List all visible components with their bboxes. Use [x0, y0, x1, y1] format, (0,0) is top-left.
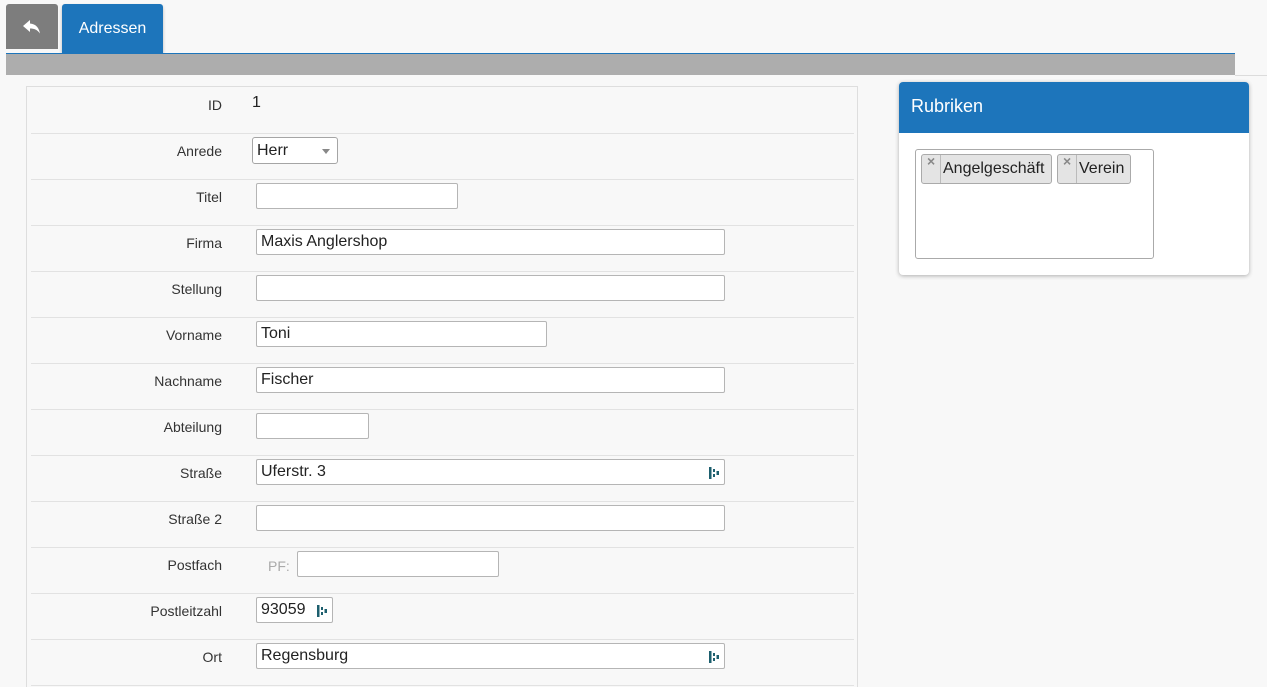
row-nachname: Nachname: [31, 363, 854, 410]
plz-label: Postleitzahl: [150, 603, 222, 619]
row-id: ID 1: [31, 87, 854, 134]
stellung-label: Stellung: [171, 281, 222, 297]
tab-adressen[interactable]: Adressen: [62, 4, 163, 53]
strasse-input[interactable]: [256, 459, 725, 485]
chevron-down-icon: [322, 149, 330, 154]
titel-label: Titel: [196, 189, 222, 205]
reply-arrow-icon: [23, 19, 40, 33]
tag-angelgeschaeft: × Angelgeschäft: [921, 153, 1052, 184]
firma-input[interactable]: [256, 229, 725, 255]
tag-verein: × Verein: [1057, 153, 1131, 184]
row-titel: Titel: [31, 179, 854, 226]
close-icon[interactable]: ×: [1063, 148, 1071, 175]
address-lookup-icon[interactable]: [708, 466, 720, 480]
back-button[interactable]: [6, 4, 58, 49]
postfach-input[interactable]: [297, 551, 499, 577]
row-strasse: Straße: [31, 455, 854, 502]
strasse2-input[interactable]: [256, 505, 725, 531]
row-firma: Firma: [31, 225, 854, 272]
tag-divider: [940, 155, 941, 183]
address-form: ID 1 Anrede Herr Titel Firma Stellung Vo…: [26, 86, 858, 687]
row-stellung: Stellung: [31, 271, 854, 318]
rubriken-title: Rubriken: [899, 82, 1249, 133]
nachname-label: Nachname: [154, 373, 222, 389]
nachname-input[interactable]: [256, 367, 725, 393]
titel-input[interactable]: [256, 183, 458, 209]
row-plz: Postleitzahl: [31, 593, 854, 640]
id-label: ID: [208, 97, 222, 113]
tag-label: Angelgeschäft: [943, 160, 1045, 177]
row-ort: Ort: [31, 639, 854, 686]
tag-divider: [1076, 155, 1077, 183]
divider: [1235, 75, 1267, 76]
row-postfach: Postfach PF:: [31, 547, 854, 594]
stellung-input[interactable]: [256, 275, 725, 301]
abteilung-input[interactable]: [256, 413, 369, 439]
ort-input[interactable]: [256, 643, 725, 669]
postcode-lookup-icon[interactable]: [316, 604, 328, 618]
anrede-select[interactable]: Herr: [252, 137, 338, 164]
city-lookup-icon[interactable]: [708, 650, 720, 664]
strasse2-label: Straße 2: [168, 511, 222, 527]
firma-label: Firma: [186, 235, 222, 251]
vorname-label: Vorname: [165, 327, 222, 343]
anrede-value: Herr: [257, 142, 289, 159]
rubriken-panel: Rubriken × Angelgeschäft × Verein: [899, 82, 1249, 275]
vorname-input[interactable]: [256, 321, 547, 347]
row-vorname: Vorname: [31, 317, 854, 364]
ort-label: Ort: [202, 649, 222, 665]
tag-label: Verein: [1079, 160, 1125, 177]
postfach-prefix: PF:: [268, 558, 290, 574]
rubriken-tag-input[interactable]: × Angelgeschäft × Verein: [915, 149, 1154, 259]
id-value: 1: [252, 94, 261, 111]
row-strasse2: Straße 2: [31, 501, 854, 548]
row-anrede: Anrede Herr: [31, 133, 854, 180]
abteilung-label: Abteilung: [163, 419, 222, 435]
strasse-label: Straße: [179, 465, 222, 481]
row-abteilung: Abteilung: [31, 409, 854, 456]
anrede-label: Anrede: [176, 143, 222, 159]
close-icon[interactable]: ×: [927, 148, 935, 175]
toolbar-bar: [6, 54, 1235, 75]
postfach-label: Postfach: [167, 557, 222, 573]
